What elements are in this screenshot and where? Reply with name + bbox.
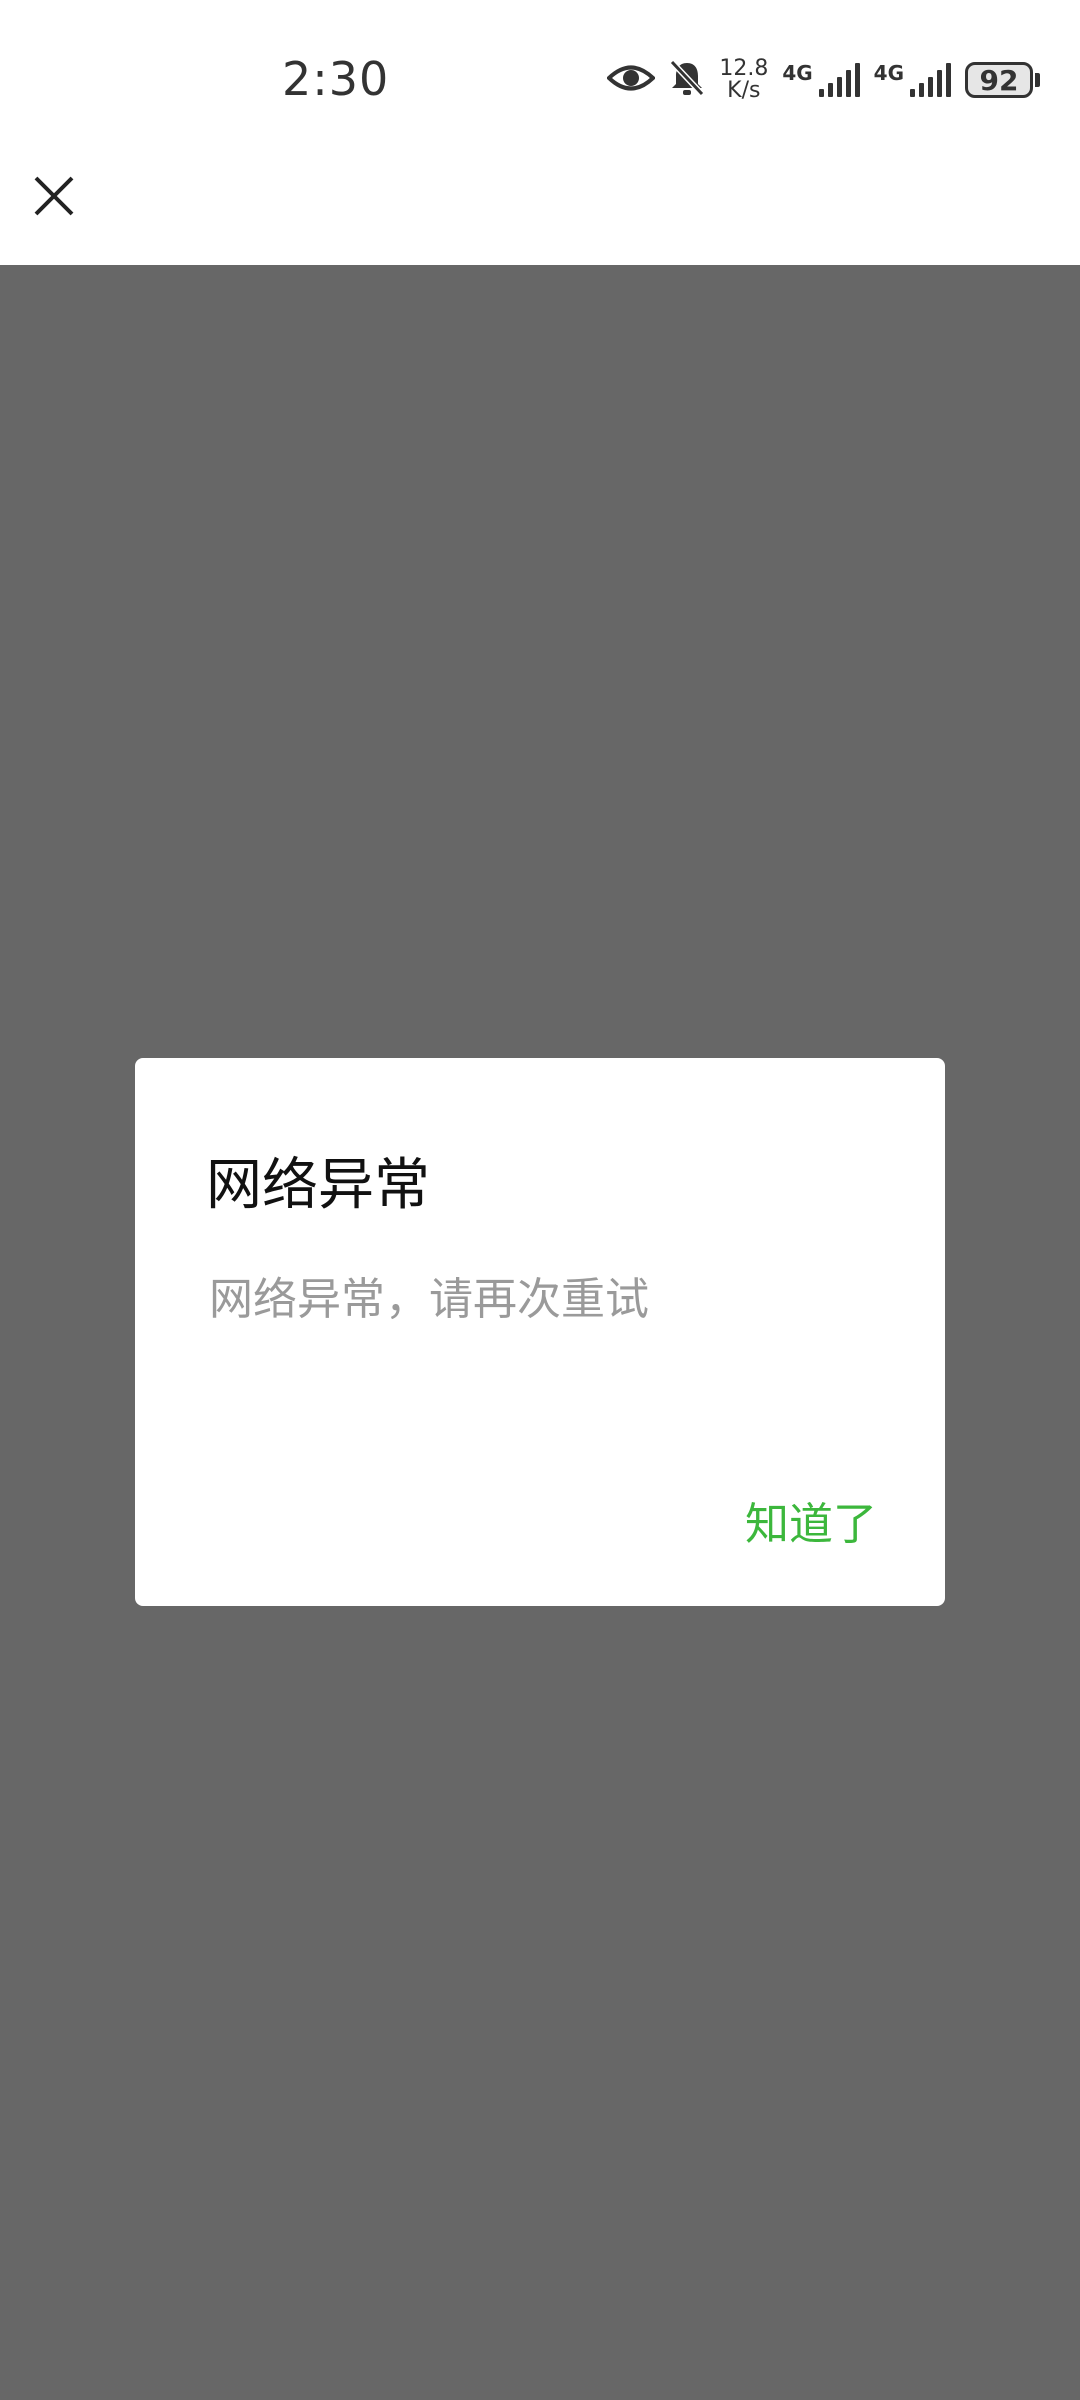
dialog-title: 网络异常 (206, 1153, 430, 1218)
status-time: 2:30 (282, 52, 390, 106)
close-icon (34, 176, 74, 216)
battery-tip (1035, 73, 1040, 87)
battery-level: 92 (965, 62, 1033, 98)
eye-icon (606, 61, 657, 99)
signal-icon (818, 63, 860, 97)
error-dialog: 网络异常 网络异常，请再次重试 知道了 (135, 1058, 945, 1606)
signal-icon (910, 63, 951, 97)
battery-icon: 92 (965, 62, 1040, 98)
signal-sim2: 4G (874, 63, 951, 97)
bell-muted-icon (669, 59, 705, 101)
top-bar (0, 150, 1080, 265)
status-bar: 2:30 12.8 K/s 4G 4G 92 (0, 0, 1080, 150)
sim2-network-label: 4G (873, 61, 904, 85)
net-speed-unit: K/s (727, 78, 761, 103)
net-speed: 12.8 K/s (719, 58, 768, 102)
signal-sim1: 4G (782, 61, 860, 97)
status-icons: 12.8 K/s 4G 4G 92 (606, 55, 1040, 105)
close-button[interactable] (28, 170, 80, 222)
sim1-network-label: 4G (782, 61, 813, 85)
net-speed-value: 12.8 (719, 56, 769, 81)
acknowledge-button[interactable]: 知道了 (745, 1488, 877, 1552)
dialog-message: 网络异常，请再次重试 (209, 1274, 649, 1325)
